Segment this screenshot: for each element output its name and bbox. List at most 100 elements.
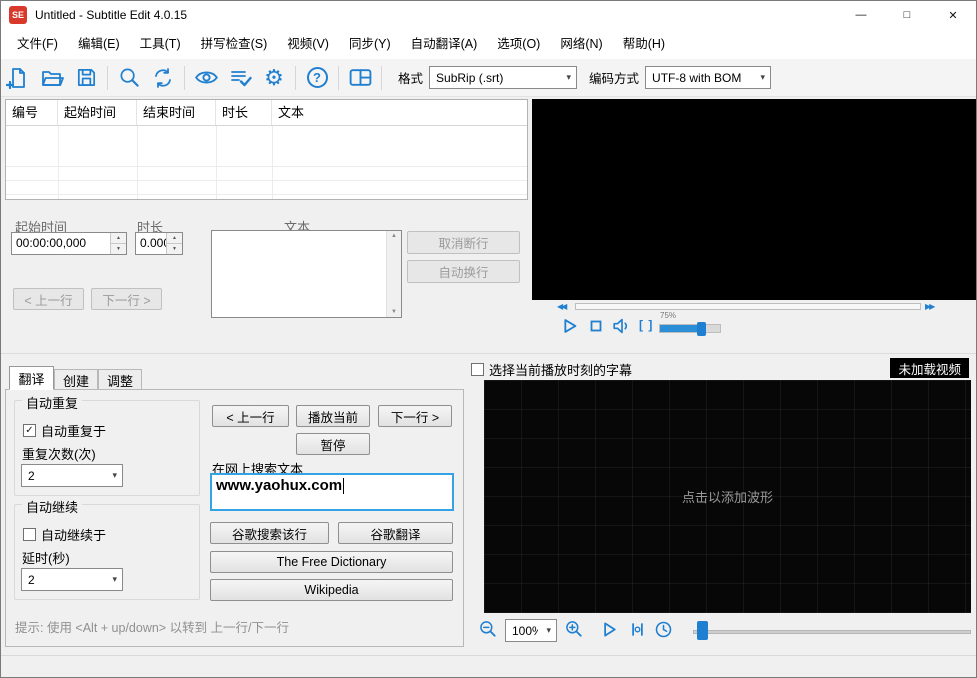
menu-sync[interactable]: 同步(Y) (339, 29, 401, 59)
volume-slider[interactable] (659, 322, 721, 336)
delay-label: 延时(秒) (22, 551, 70, 566)
waveform-pause-button[interactable] (625, 617, 649, 641)
auto-repeat-checkbox[interactable]: ✓ 自动重复于 (23, 421, 106, 440)
tab-translate[interactable]: 翻译 (9, 366, 54, 390)
menu-spellcheck[interactable]: 拼写检查(S) (191, 29, 278, 59)
volume-slider-thumb[interactable] (697, 322, 706, 336)
open-file-button[interactable] (36, 62, 68, 94)
playback-rate-button[interactable] (651, 617, 675, 641)
stop-icon (590, 320, 602, 332)
maximize-button[interactable]: □ (884, 1, 930, 29)
delay-select[interactable]: 2 ▾ (21, 568, 123, 591)
find-button[interactable] (113, 62, 145, 94)
menu-video[interactable]: 视频(V) (277, 29, 339, 59)
new-file-icon (6, 67, 25, 89)
free-dictionary-button[interactable]: The Free Dictionary (210, 551, 453, 573)
spin-up-button[interactable]: ▲ (167, 233, 182, 243)
column-header-number[interactable]: 编号 (6, 100, 58, 125)
row-divider (6, 166, 527, 167)
waveform-play-button[interactable] (597, 617, 621, 641)
close-button[interactable]: ✕ (930, 1, 976, 29)
seek-bar[interactable] (575, 303, 921, 310)
translate-next-line-button[interactable]: 下一行 > (378, 405, 452, 427)
repeat-count-select[interactable]: 2 ▾ (21, 464, 123, 487)
auto-continue-checkbox-label: 自动继续于 (41, 528, 107, 543)
wikipedia-button[interactable]: Wikipedia (210, 579, 453, 601)
settings-button[interactable]: ⚙ (258, 62, 290, 94)
chevron-down-icon: ▾ (112, 470, 117, 480)
row-divider (6, 180, 527, 181)
format-select[interactable]: SubRip (.srt) ▾ (429, 66, 578, 89)
position-slider[interactable] (693, 630, 971, 634)
minimize-button[interactable]: — (838, 1, 884, 29)
chevron-down-icon: ▾ (566, 72, 572, 82)
play-current-button[interactable]: 播放当前 (296, 405, 370, 427)
column-divider (272, 126, 273, 199)
duration-input[interactable]: 0.000 ▲ ▼ (135, 232, 183, 255)
layout-button[interactable] (344, 62, 376, 94)
menu-network[interactable]: 网络(N) (550, 29, 612, 59)
spin-up-button[interactable]: ▲ (111, 233, 126, 243)
replace-button[interactable] (147, 62, 179, 94)
spin-down-button[interactable]: ▼ (167, 243, 182, 254)
menu-auto-translate[interactable]: 自动翻译(A) (401, 29, 488, 59)
start-time-input[interactable]: 00:00:00,000 ▲ ▼ (11, 232, 127, 255)
waveform-display[interactable]: 点击以添加波形 (484, 380, 971, 613)
status-bar (1, 655, 976, 677)
textarea-scrollbar[interactable]: ▲ ▼ (386, 231, 401, 317)
column-header-end[interactable]: 结束时间 (137, 100, 216, 125)
toolbar: ⚙ ? 格式 SubRip (.srt) ▾ 编码方式 UTF-8 with B… (1, 59, 976, 97)
toolbar-separator (184, 65, 185, 90)
auto-continue-checkbox[interactable]: 自动继续于 (23, 525, 106, 544)
select-current-subtitle-checkbox[interactable]: 选择当前播放时刻的字幕 (471, 360, 632, 379)
subtitle-textarea[interactable]: ▲ ▼ (211, 230, 402, 318)
next-line-button[interactable]: 下一行 > (91, 288, 162, 310)
clock-icon (655, 621, 671, 637)
stop-button[interactable] (586, 316, 606, 336)
text-caret (343, 478, 345, 495)
window-title: Untitled - Subtitle Edit 4.0.15 (35, 8, 188, 22)
tab-adjust[interactable]: 调整 (98, 369, 142, 390)
web-search-input[interactable]: www.yaohux.com (210, 473, 454, 511)
google-translate-button[interactable]: 谷歌翻译 (338, 522, 453, 544)
seek-forward-button[interactable]: ▶▶ (925, 302, 935, 311)
tab-create[interactable]: 创建 (54, 369, 98, 390)
save-button[interactable] (70, 62, 102, 94)
column-header-start[interactable]: 起始时间 (58, 100, 137, 125)
column-header-text[interactable]: 文本 (272, 100, 527, 125)
seek-back-button[interactable]: ◀◀ (557, 302, 567, 311)
menu-file[interactable]: 文件(F) (7, 29, 68, 59)
layout-icon (349, 69, 371, 86)
zoom-level-value: 100% (512, 623, 538, 638)
spin-down-button[interactable]: ▼ (111, 243, 126, 254)
google-search-button[interactable]: 谷歌搜索该行 (210, 522, 329, 544)
previous-line-button[interactable]: < 上一行 (13, 288, 84, 310)
zoom-out-button[interactable] (477, 618, 499, 640)
help-button[interactable]: ? (301, 62, 333, 94)
pause-button[interactable]: 暂停 (296, 433, 370, 455)
new-file-button[interactable] (2, 62, 34, 94)
menu-edit[interactable]: 编辑(E) (68, 29, 130, 59)
translate-previous-line-button[interactable]: < 上一行 (212, 405, 289, 427)
unbreak-button[interactable]: 取消断行 (407, 231, 520, 254)
auto-break-button[interactable]: 自动换行 (407, 260, 520, 283)
speaker-icon (613, 318, 628, 334)
column-header-duration[interactable]: 时长 (216, 100, 272, 125)
zoom-level-select[interactable]: 100% ▾ (505, 619, 557, 642)
row-divider (6, 194, 527, 195)
encoding-select[interactable]: UTF-8 with BOM ▾ (645, 66, 772, 89)
menu-options[interactable]: 选项(O) (487, 29, 550, 59)
position-slider-thumb[interactable] (697, 621, 708, 640)
visual-sync-button[interactable] (190, 62, 222, 94)
play-button[interactable] (557, 314, 581, 338)
zoom-in-button[interactable] (563, 618, 585, 640)
fullscreen-button[interactable]: [ ] (639, 318, 653, 332)
video-display[interactable] (532, 99, 976, 300)
menu-help[interactable]: 帮助(H) (613, 29, 675, 59)
subtitle-list[interactable]: 编号 起始时间 结束时间 时长 文本 (5, 99, 528, 200)
spell-check-button[interactable] (224, 62, 256, 94)
mute-button[interactable] (610, 314, 634, 338)
splitter[interactable] (1, 353, 976, 354)
menu-tools[interactable]: 工具(T) (130, 29, 191, 59)
app-window: SE Untitled - Subtitle Edit 4.0.15 — □ ✕… (0, 0, 977, 678)
